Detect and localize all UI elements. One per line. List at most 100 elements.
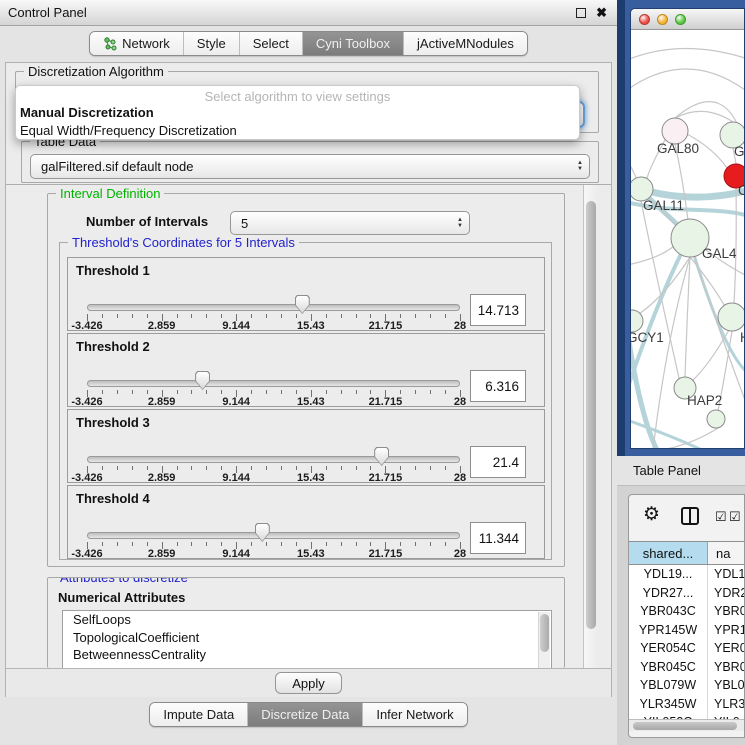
bottom-tab-discretize-data[interactable]: Discretize Data (247, 703, 362, 726)
network-node[interactable] (707, 410, 725, 428)
minimize-traffic-light-icon[interactable] (657, 14, 668, 25)
network-node-label: GAL11 (643, 198, 684, 213)
threshold-3-slider-thumb[interactable] (374, 447, 389, 466)
table-row[interactable]: YBR043CYBR0 (629, 602, 745, 621)
table-row[interactable]: YBR045CYBR0 (629, 658, 745, 677)
attribute-item-topologicalcoefficient[interactable]: TopologicalCoefficient (63, 629, 551, 647)
network-node-label: GA (734, 144, 745, 159)
close-traffic-light-icon[interactable] (639, 14, 650, 25)
threshold-3-value-field[interactable]: 21.4 (470, 446, 526, 478)
attribute-item-betweennesscentrality[interactable]: BetweennessCentrality (63, 646, 551, 664)
slider-tick (191, 466, 192, 470)
threshold-2-slider-thumb[interactable] (195, 371, 210, 390)
slider-tick (430, 314, 431, 318)
tab-network[interactable]: Network (90, 32, 183, 55)
slider-tick (117, 390, 118, 394)
numerical-attributes-list[interactable]: SelfLoopsTopologicalCoefficientBetweenne… (62, 610, 552, 668)
slider-tick (415, 314, 416, 318)
slider-tick (356, 542, 357, 546)
network-edge[interactable] (641, 201, 679, 378)
attribute-item-selfloops[interactable]: SelfLoops (63, 611, 551, 629)
table-row[interactable]: YDL19...YDL1 (629, 565, 745, 584)
tab-jactivemnodules[interactable]: jActiveMNodules (403, 32, 527, 55)
table-rows: YDL19...YDL1YDR27...YDR2YBR043CYBR0YPR14… (629, 565, 745, 719)
slider-scale-label: 28 (454, 396, 466, 408)
bottom-tab-impute-data[interactable]: Impute Data (150, 703, 247, 726)
threshold-4-label: Threshold 4 (76, 491, 150, 506)
attributes-list-scrollbar[interactable] (538, 612, 550, 668)
network-canvas[interactable]: GAL80GACGAL11GAL4GCY1HHAP2 (631, 30, 745, 449)
algorithm-option-manual-discretization[interactable]: Manual Discretization (16, 104, 579, 122)
table-row[interactable]: YLR345WYLR3 (629, 695, 745, 714)
table-row[interactable]: YDR27...YDR2 (629, 584, 745, 603)
slider-tick (430, 466, 431, 470)
slider-tick (296, 466, 297, 470)
slider-scale-label: 2.859 (148, 320, 176, 332)
threshold-4-value-field[interactable]: 11.344 (470, 522, 526, 554)
combo-stepper-icon: ▲▼ (571, 161, 589, 172)
slider-tick (206, 466, 207, 470)
slider-tick (266, 542, 267, 546)
network-node-label: GAL4 (702, 246, 737, 261)
network-edge[interactable] (675, 111, 733, 122)
slider-tick (132, 542, 133, 546)
slider-scale-label: 21.715 (369, 472, 403, 484)
slider-tick (251, 314, 252, 318)
network-edge[interactable] (631, 48, 745, 60)
tab-cyni-toolbox[interactable]: Cyni Toolbox (302, 32, 403, 55)
cyni-bottom-tabs: Impute DataDiscretize DataInfer Network (149, 702, 467, 727)
table-header-row: shared...na (629, 541, 745, 565)
settings-vertical-scrollbar[interactable] (583, 185, 598, 668)
slider-tick (341, 466, 342, 470)
table-cell: YBR045C (629, 658, 708, 677)
threshold-4-slider-track[interactable] (87, 532, 460, 539)
number-of-intervals-combo[interactable]: 5 ▲▼ (230, 211, 470, 235)
slider-tick (281, 390, 282, 394)
algorithm-option-equal-width-frequency-discretization[interactable]: Equal Width/Frequency Discretization (16, 122, 579, 140)
network-edge[interactable] (685, 257, 690, 377)
zoom-traffic-light-icon[interactable] (675, 14, 686, 25)
gear-icon[interactable]: ⚙ (643, 503, 660, 526)
network-edge[interactable] (631, 160, 637, 180)
bottom-tab-infer-network[interactable]: Infer Network (362, 703, 466, 726)
slider-scale-label: 28 (454, 320, 466, 332)
threshold-1-value-field[interactable]: 14.713 (470, 294, 526, 326)
slider-tick (177, 466, 178, 470)
slider-tick (370, 314, 371, 318)
threshold-1-slider-thumb[interactable] (295, 295, 310, 314)
threshold-4-slider-thumb[interactable] (255, 523, 270, 542)
table-data-combo[interactable]: galFiltered.sif default node ▲▼ (30, 154, 590, 179)
column-header-1[interactable]: shared... (629, 542, 708, 564)
network-edge[interactable] (631, 69, 745, 90)
threshold-1-label: Threshold 1 (76, 263, 150, 278)
threshold-1-slider-track[interactable] (87, 304, 460, 311)
slider-tick (177, 314, 178, 318)
close-icon[interactable]: ✖ (596, 8, 607, 18)
threshold-3-slider-track[interactable] (87, 456, 460, 463)
select-column-checkbox-icon[interactable]: ☑ (729, 509, 741, 525)
columns-icon[interactable] (681, 507, 699, 525)
float-window-icon[interactable] (576, 8, 586, 18)
tab-select[interactable]: Select (239, 32, 302, 55)
interval-definition-group: Interval Definition Number of Intervals … (47, 193, 565, 567)
network-view-frame: GAL80GACGAL11GAL4GCY1HHAP2 (617, 0, 745, 456)
table-row[interactable]: YER054CYER0 (629, 639, 745, 658)
slider-tick (341, 390, 342, 394)
select-all-checkbox-icon[interactable]: ☑ (715, 509, 727, 525)
threshold-2-value-field[interactable]: 6.316 (470, 370, 526, 402)
threshold-3-panel: Threshold 3-3.4262.8599.14415.4321.71528… (67, 409, 545, 483)
tab-style[interactable]: Style (183, 32, 239, 55)
algorithm-popup-hint: Select algorithm to view settings (16, 86, 579, 104)
threshold-2-slider-track[interactable] (87, 380, 460, 387)
slider-scale-label: 15.43 (297, 320, 325, 332)
table-row[interactable]: YPR145WYPR1 (629, 621, 745, 640)
table-horizontal-scrollbar[interactable] (629, 719, 745, 731)
table-row[interactable]: YBL079WYBL0 (629, 676, 745, 695)
column-header-2[interactable]: na (708, 542, 745, 564)
network-node-h[interactable] (718, 303, 745, 331)
slider-tick (117, 466, 118, 470)
slider-tick (445, 390, 446, 394)
network-node-gcy1[interactable] (631, 310, 643, 332)
apply-button[interactable]: Apply (275, 672, 342, 694)
network-window: GAL80GACGAL11GAL4GCY1HHAP2 (630, 8, 745, 449)
